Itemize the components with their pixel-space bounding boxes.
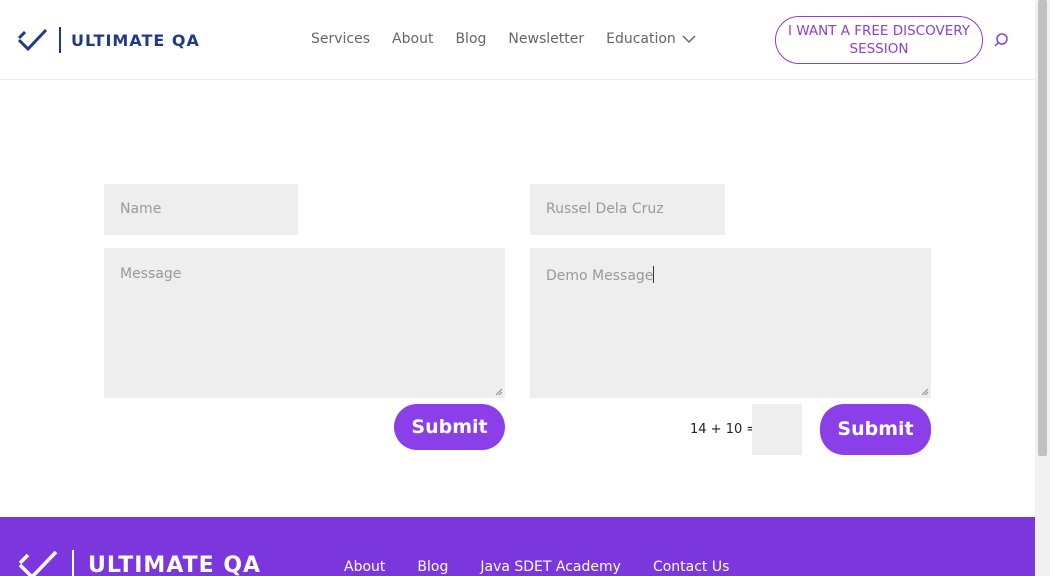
footer-link-about[interactable]: About xyxy=(344,559,385,575)
captcha-question: 14 + 10 = xyxy=(690,422,758,437)
checkmark-logo-icon xyxy=(17,28,48,52)
footer-link-contact-us[interactable]: Contact Us xyxy=(653,559,729,575)
message-textarea-right[interactable]: Demo Message xyxy=(530,248,931,398)
footer-logo-text: ULTIMATE QA xyxy=(88,552,262,576)
ultimate-qa-logo[interactable]: ULTIMATE QA xyxy=(16,26,200,54)
name-value: Russel Dela Cruz xyxy=(546,201,664,217)
checkmark-logo-icon xyxy=(18,550,58,576)
footer-nav: About Blog Java SDET Academy Contact Us xyxy=(344,559,761,575)
scrollbar-thumb[interactable] xyxy=(1038,0,1047,456)
message-placeholder: Message xyxy=(120,266,182,282)
footer-link-blog[interactable]: Blog xyxy=(417,559,448,575)
nav-newsletter[interactable]: Newsletter xyxy=(508,31,584,47)
nav-services[interactable]: Services xyxy=(311,31,370,47)
site-footer: ULTIMATE QA About Blog Java SDET Academy… xyxy=(0,517,1035,576)
site-header: ULTIMATE QA Services About Blog Newslett… xyxy=(0,0,1035,80)
page-scrollbar[interactable] xyxy=(1035,0,1050,576)
resize-handle-icon[interactable] xyxy=(921,388,929,396)
footer-logo-divider xyxy=(72,550,74,576)
nav-about[interactable]: About xyxy=(392,31,433,47)
nav-education[interactable]: Education xyxy=(606,31,696,47)
submit-button-right[interactable]: Submit xyxy=(820,404,931,455)
name-placeholder: Name xyxy=(120,201,162,217)
captcha-input[interactable] xyxy=(752,404,802,455)
nav-blog[interactable]: Blog xyxy=(455,31,486,47)
resize-handle-icon[interactable] xyxy=(495,388,503,396)
message-textarea-left[interactable]: Message xyxy=(104,248,505,398)
name-input-right[interactable]: Russel Dela Cruz xyxy=(530,184,725,235)
footer-logo[interactable]: ULTIMATE QA xyxy=(16,547,261,576)
name-input-left[interactable]: Name xyxy=(104,184,298,235)
nav-education-label: Education xyxy=(606,31,676,47)
discovery-session-button[interactable]: I WANT A FREE DISCOVERY SESSION xyxy=(775,16,983,64)
submit-button-left[interactable]: Submit xyxy=(394,404,505,450)
search-icon[interactable] xyxy=(993,32,1009,48)
footer-link-java-sdet-academy[interactable]: Java SDET Academy xyxy=(480,559,621,575)
text-caret xyxy=(653,266,655,283)
logo-divider xyxy=(59,27,61,53)
chevron-down-icon xyxy=(682,35,696,44)
logo-text: ULTIMATE QA xyxy=(71,30,200,50)
main-nav: Services About Blog Newsletter Education xyxy=(311,31,696,47)
message-value: Demo Message xyxy=(546,268,654,284)
